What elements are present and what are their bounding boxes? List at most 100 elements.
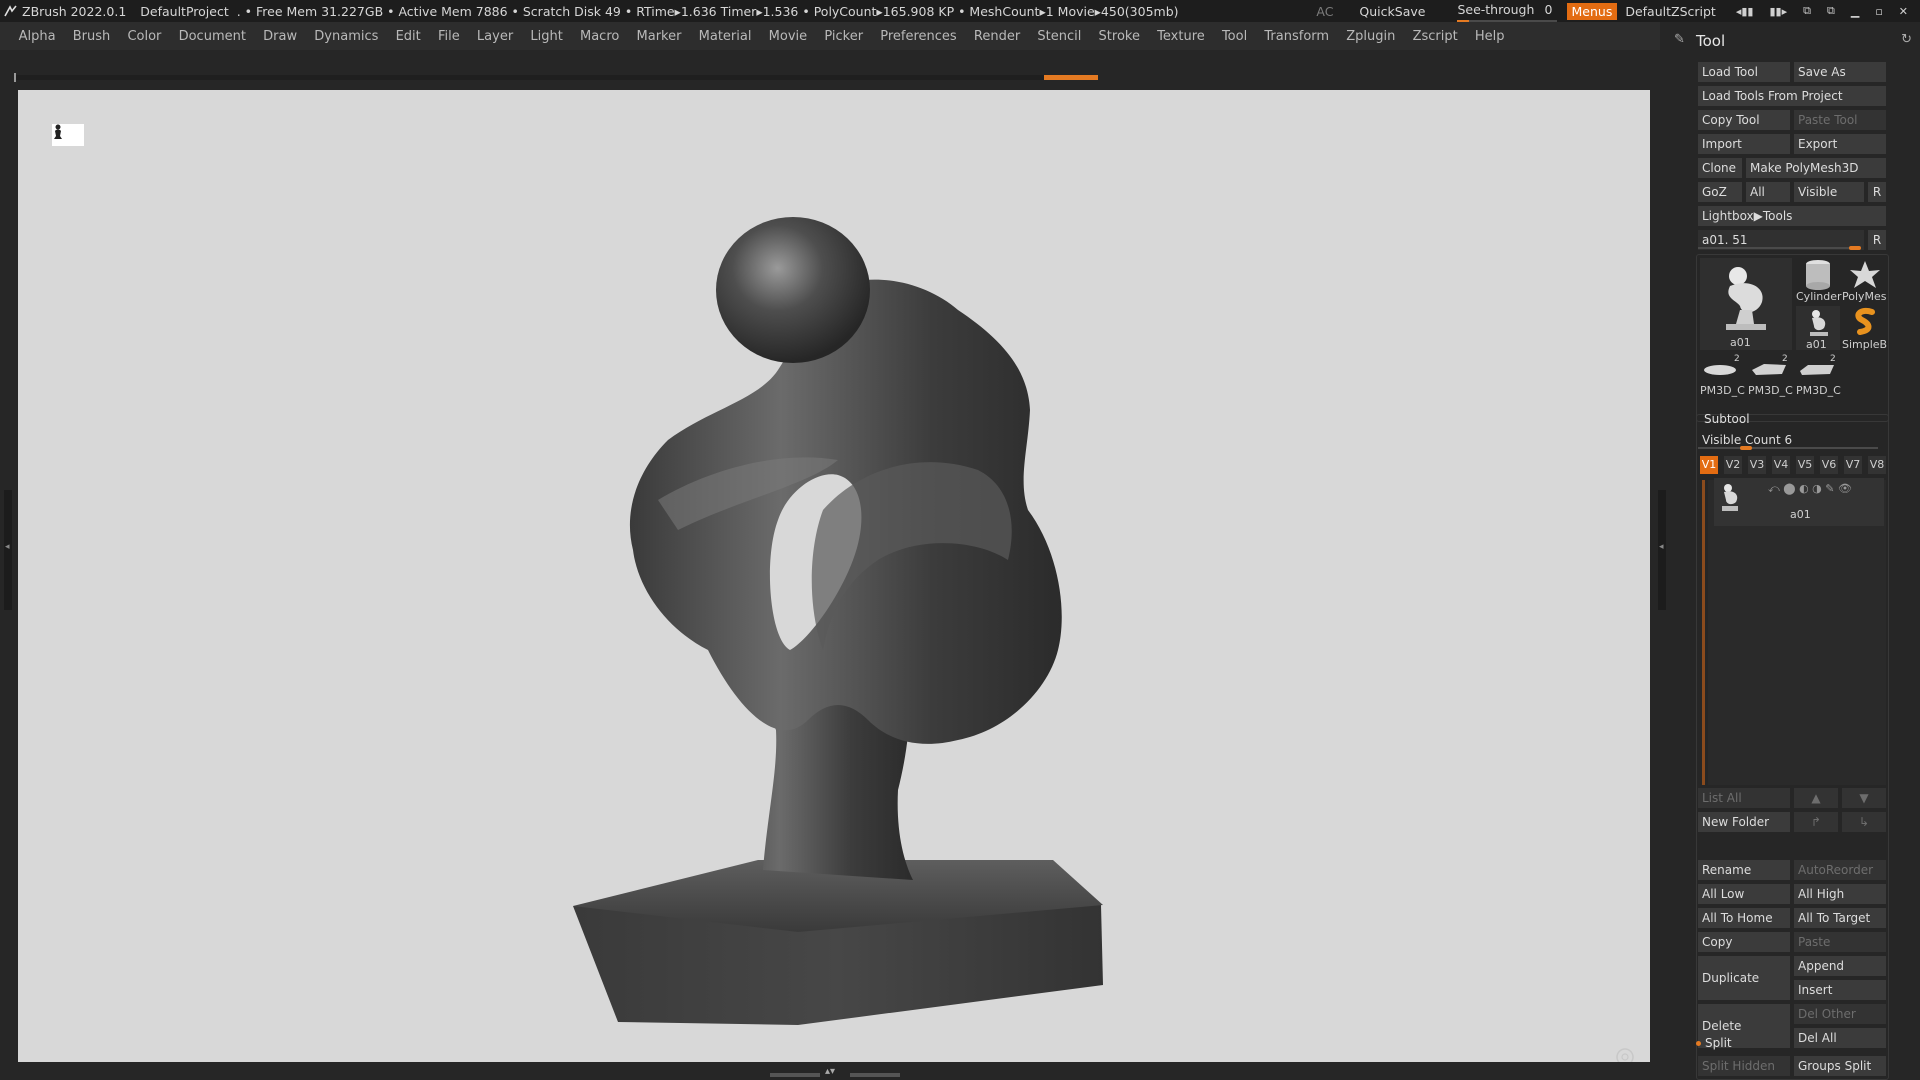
timeline-track[interactable]	[14, 71, 1098, 82]
bottom-tray-toggle[interactable]: ▴▾	[770, 1066, 900, 1080]
menu-marker[interactable]: Marker	[637, 29, 682, 44]
list-all-button[interactable]: List All	[1698, 788, 1790, 808]
all-high-button[interactable]: All High	[1794, 884, 1886, 904]
goz-visible-button[interactable]: Visible	[1794, 182, 1864, 202]
minimize-icon[interactable]: ▁	[1851, 5, 1859, 18]
subtool-item-a01[interactable]: ⤺ ⬤ ◐ ◑ ✎ 👁 a01	[1714, 478, 1884, 526]
split-section-title[interactable]: Split	[1696, 1036, 1732, 1050]
paste-tool-button[interactable]: Paste Tool	[1794, 110, 1886, 130]
move-down-icon[interactable]: ▼	[1842, 788, 1886, 808]
tab-v2[interactable]: V2	[1724, 456, 1742, 474]
menu-file[interactable]: File	[438, 29, 460, 44]
all-to-home-button[interactable]: All To Home	[1698, 908, 1790, 928]
tool-thumb-a01-main[interactable]: a01	[1700, 258, 1792, 350]
tool-thumb-a01-small[interactable]: a01	[1796, 306, 1840, 351]
copy-subtool-button[interactable]: Copy	[1698, 932, 1790, 952]
clone-button[interactable]: Clone	[1698, 158, 1742, 178]
import-button[interactable]: Import	[1698, 134, 1790, 154]
document-canvas[interactable]	[18, 90, 1650, 1062]
all-low-button[interactable]: All Low	[1698, 884, 1790, 904]
menu-picker[interactable]: Picker	[824, 29, 863, 44]
insert-button[interactable]: Insert	[1794, 980, 1886, 1000]
tab-v5[interactable]: V5	[1796, 456, 1814, 474]
close-icon[interactable]: ✕	[1899, 5, 1908, 18]
right-tray-toggle[interactable]: ◂	[1658, 490, 1666, 610]
tool-palette-header[interactable]: ✎ Tool ↻	[1668, 22, 1920, 60]
split-hidden-button[interactable]: Split Hidden	[1698, 1056, 1790, 1076]
timeline-marker[interactable]	[1044, 75, 1098, 80]
menu-render[interactable]: Render	[974, 29, 1020, 44]
navigation-figure-icon[interactable]	[52, 124, 84, 146]
pin-icon[interactable]: ✎	[1674, 32, 1685, 47]
goz-r-button[interactable]: R	[1868, 182, 1886, 202]
menu-tool[interactable]: Tool	[1222, 29, 1247, 44]
menu-dynamics[interactable]: Dynamics	[314, 29, 378, 44]
tool-thumb-pm3d-1[interactable]: 2 PM3D_C	[1700, 352, 1745, 398]
tab-v1[interactable]: V1	[1700, 456, 1718, 474]
tab-v6[interactable]: V6	[1820, 456, 1838, 474]
lightbox-tools-button[interactable]: Lightbox▶Tools	[1698, 206, 1886, 226]
restore-layout-icon[interactable]: ⧉	[1827, 4, 1835, 18]
tool-thumb-polymesh[interactable]: PolyMes	[1842, 258, 1888, 304]
menu-alpha[interactable]: Alpha	[19, 29, 56, 44]
menu-preferences[interactable]: Preferences	[880, 29, 956, 44]
subtool-title[interactable]: Subtool	[1704, 412, 1750, 426]
menu-draw[interactable]: Draw	[263, 29, 297, 44]
load-tools-from-project-button[interactable]: Load Tools From Project	[1698, 86, 1886, 106]
left-tray-toggle[interactable]: ◂	[4, 490, 12, 610]
copy-tool-button[interactable]: Copy Tool	[1698, 110, 1790, 130]
all-to-target-button[interactable]: All To Target	[1794, 908, 1886, 928]
new-folder-button[interactable]: New Folder	[1698, 812, 1790, 832]
del-all-button[interactable]: Del All	[1794, 1028, 1886, 1048]
paste-subtool-button[interactable]: Paste	[1794, 932, 1886, 952]
ac-label[interactable]: AC	[1316, 4, 1333, 19]
folder-out-icon[interactable]: ↳	[1842, 812, 1886, 832]
save-as-button[interactable]: Save As	[1794, 62, 1886, 82]
goz-all-button[interactable]: All	[1746, 182, 1790, 202]
menu-edit[interactable]: Edit	[396, 29, 421, 44]
move-up-icon[interactable]: ▲	[1794, 788, 1838, 808]
tool-thumb-cylinder[interactable]: Cylinder	[1796, 258, 1842, 304]
duplicate-button[interactable]: Duplicate	[1698, 956, 1790, 1000]
autoreorder-button[interactable]: AutoReorder	[1794, 860, 1886, 880]
layout-left-icon[interactable]: ◂▮▮	[1736, 5, 1754, 18]
menu-macro[interactable]: Macro	[580, 29, 619, 44]
folder-in-icon[interactable]: ↱	[1794, 812, 1838, 832]
load-tool-button[interactable]: Load Tool	[1698, 62, 1790, 82]
menu-brush[interactable]: Brush	[73, 29, 111, 44]
menu-help[interactable]: Help	[1475, 29, 1505, 44]
goz-button[interactable]: GoZ	[1698, 182, 1742, 202]
tool-r-button[interactable]: R	[1868, 230, 1886, 250]
menu-movie[interactable]: Movie	[769, 29, 807, 44]
menu-texture[interactable]: Texture	[1157, 29, 1205, 44]
menu-zscript[interactable]: Zscript	[1413, 29, 1458, 44]
copy-window-icon[interactable]: ⧉	[1803, 4, 1811, 18]
tab-v3[interactable]: V3	[1748, 456, 1766, 474]
tool-thumb-pm3d-2[interactable]: 2 PM3D_C	[1748, 352, 1793, 398]
visible-count-slider[interactable]: Visible Count 6	[1698, 430, 1886, 450]
groups-split-button[interactable]: Groups Split	[1794, 1056, 1886, 1076]
layout-right-icon[interactable]: ▮▮▸	[1769, 5, 1787, 18]
append-button[interactable]: Append	[1794, 956, 1886, 976]
subtool-scroll-rail[interactable]	[1702, 480, 1705, 785]
menus-toggle-button[interactable]: Menus	[1566, 2, 1618, 20]
tab-v4[interactable]: V4	[1772, 456, 1790, 474]
tool-index-slider[interactable]: a01. 51	[1698, 230, 1864, 250]
reset-icon[interactable]: ↻	[1901, 32, 1912, 47]
make-polymesh3d-button[interactable]: Make PolyMesh3D	[1746, 158, 1886, 178]
tab-v7[interactable]: V7	[1844, 456, 1862, 474]
menu-color[interactable]: Color	[127, 29, 161, 44]
rename-button[interactable]: Rename	[1698, 860, 1790, 880]
subtool-item-controls-icon[interactable]: ⤺ ⬤ ◐ ◑ ✎ 👁	[1768, 482, 1852, 496]
del-other-button[interactable]: Del Other	[1794, 1004, 1886, 1024]
see-through-slider[interactable]: See-through 0	[1457, 2, 1558, 22]
menu-stroke[interactable]: Stroke	[1099, 29, 1140, 44]
menu-stencil[interactable]: Stencil	[1037, 29, 1081, 44]
menu-transform[interactable]: Transform	[1264, 29, 1329, 44]
tool-thumb-pm3d-3[interactable]: 2 PM3D_C	[1796, 352, 1841, 398]
tool-thumb-simplebrush[interactable]: SimpleB	[1842, 306, 1888, 351]
menu-material[interactable]: Material	[699, 29, 752, 44]
menu-zplugin[interactable]: Zplugin	[1346, 29, 1395, 44]
zscript-button[interactable]: DefaultZScript	[1625, 4, 1716, 19]
export-button[interactable]: Export	[1794, 134, 1886, 154]
